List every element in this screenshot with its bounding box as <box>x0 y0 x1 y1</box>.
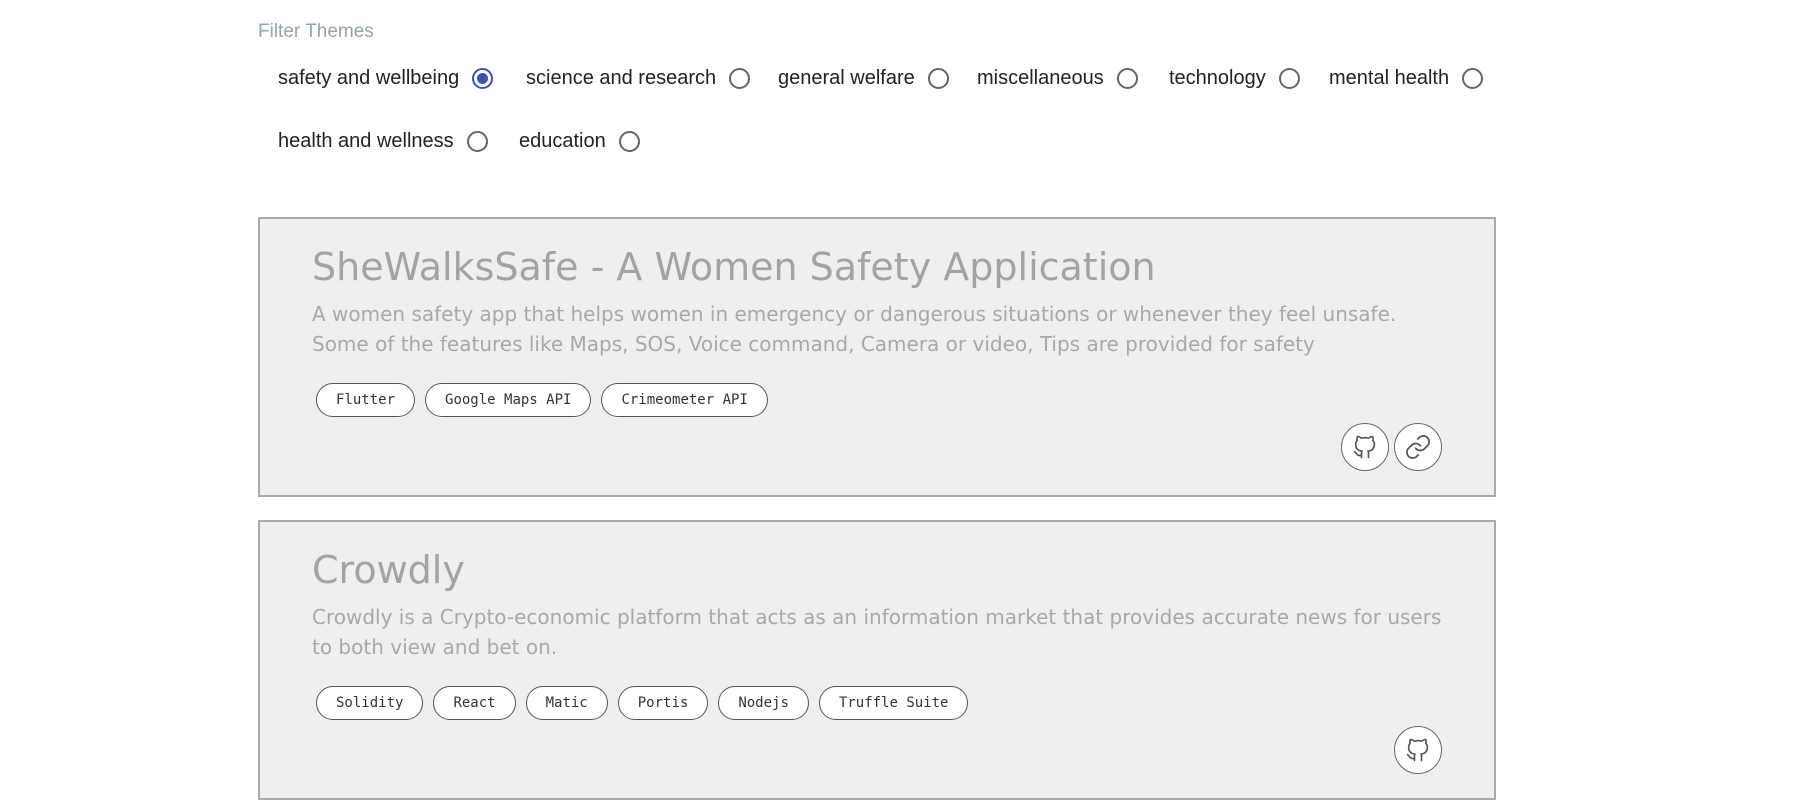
radio-label: health and wellness <box>278 129 454 152</box>
tech-tags: Flutter Google Maps API Crimeometer API <box>316 383 768 417</box>
tech-tag: Nodejs <box>718 686 809 720</box>
radio-label: science and research <box>526 66 717 89</box>
radio-unchecked-icon[interactable] <box>1116 67 1138 89</box>
project-title: Crowdly <box>312 548 465 592</box>
radio-label: education <box>519 129 606 152</box>
radio-unchecked-icon[interactable] <box>618 130 640 152</box>
radio-science-and-research[interactable]: science and research <box>526 58 751 98</box>
radio-label: safety and wellbeing <box>278 66 460 89</box>
radio-health-and-wellness[interactable]: health and wellness <box>278 121 488 161</box>
tech-tags: Solidity React Matic Portis Nodejs Truff… <box>316 686 969 720</box>
radio-unchecked-icon[interactable] <box>466 130 488 152</box>
radio-general-welfare[interactable]: general welfare <box>778 58 949 98</box>
radio-label: mental health <box>1329 66 1450 89</box>
tech-tag: React <box>433 686 516 720</box>
tech-tag: Portis <box>617 686 709 720</box>
radio-label: technology <box>1169 66 1266 89</box>
radio-technology[interactable]: technology <box>1169 58 1300 98</box>
radio-label: general welfare <box>778 66 915 89</box>
project-card-crowdly: Crowdly Crowdly is a Crypto-economic pla… <box>258 520 1496 800</box>
radio-mental-health[interactable]: mental health <box>1329 58 1484 98</box>
project-card-shewalkssafe: SheWalksSafe - A Women Safety Applicatio… <box>258 217 1496 497</box>
project-title: SheWalksSafe - A Women Safety Applicatio… <box>312 245 1156 289</box>
github-icon <box>1406 738 1429 762</box>
github-link-button[interactable] <box>1394 726 1442 774</box>
project-description: A women safety app that helps women in e… <box>312 302 1397 356</box>
tech-tag: Solidity <box>316 686 424 720</box>
radio-safety-and-wellbeing[interactable]: safety and wellbeing <box>278 58 494 98</box>
radio-unchecked-icon[interactable] <box>1278 67 1300 89</box>
radio-checked-icon[interactable] <box>472 67 494 89</box>
github-icon <box>1353 435 1376 459</box>
tech-tag: Google Maps API <box>425 383 592 417</box>
radio-unchecked-icon[interactable] <box>927 67 949 89</box>
external-link-button[interactable] <box>1394 423 1442 471</box>
tech-tag: Crimeometer API <box>601 383 768 417</box>
radio-unchecked-icon[interactable] <box>1462 67 1484 89</box>
tech-tag: Flutter <box>316 383 416 417</box>
tech-tag: Truffle Suite <box>818 686 969 720</box>
project-description: Crowdly is a Crypto-economic platform th… <box>312 605 1442 659</box>
link-icon <box>1406 435 1430 459</box>
project-links <box>1394 726 1442 774</box>
radio-education[interactable]: education <box>519 121 640 161</box>
radio-unchecked-icon[interactable] <box>729 67 751 89</box>
radio-miscellaneous[interactable]: miscellaneous <box>977 58 1138 98</box>
filter-themes-heading: Filter Themes <box>258 21 374 42</box>
project-links <box>1341 423 1442 471</box>
tech-tag: Matic <box>525 686 608 720</box>
github-link-button[interactable] <box>1341 423 1389 471</box>
radio-label: miscellaneous <box>977 66 1104 89</box>
